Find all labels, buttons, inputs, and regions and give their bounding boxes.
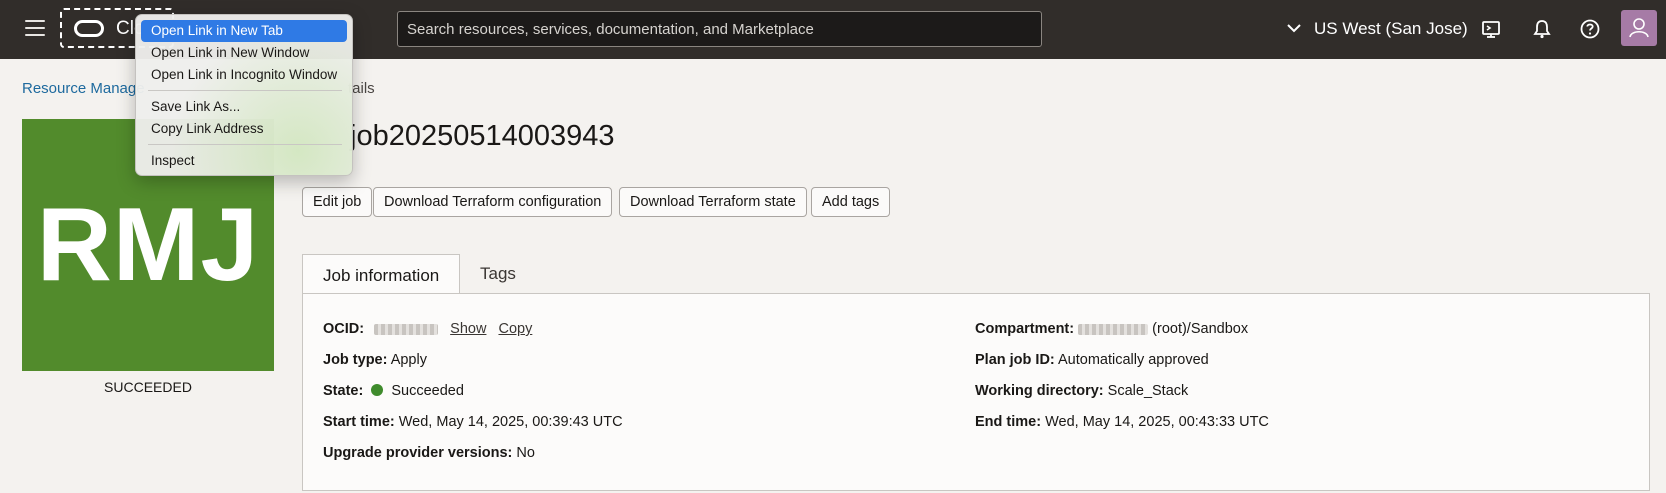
download-terraform-state-button[interactable]: Download Terraform state bbox=[619, 187, 807, 217]
context-menu: Open Link in New Tab Open Link in New Wi… bbox=[135, 14, 353, 176]
menu-separator bbox=[148, 90, 342, 91]
state-label: State: bbox=[323, 383, 364, 399]
tab-job-information[interactable]: Job information bbox=[302, 254, 460, 294]
upgrade-provider-value: No bbox=[516, 445, 535, 461]
menu-save-link-as[interactable]: Save Link As... bbox=[141, 96, 347, 118]
tab-tags[interactable]: Tags bbox=[480, 264, 516, 284]
user-icon bbox=[1629, 18, 1649, 38]
compartment-value: (root)/Sandbox bbox=[1152, 321, 1249, 337]
add-tags-button[interactable]: Add tags bbox=[811, 187, 891, 217]
working-directory-row: Working directory: Scale_Stack bbox=[975, 383, 1188, 399]
show-ocid-link[interactable]: Show bbox=[450, 321, 486, 337]
working-directory-label: Working directory: bbox=[975, 383, 1104, 399]
job-type-row: Job type: Apply bbox=[323, 352, 427, 368]
state-row: State: Succeeded bbox=[323, 383, 464, 399]
state-value: Succeeded bbox=[391, 383, 464, 399]
oracle-logo-icon bbox=[74, 20, 104, 37]
compartment-label: Compartment: bbox=[975, 321, 1075, 337]
working-directory-value: Scale_Stack bbox=[1107, 383, 1189, 399]
menu-inspect[interactable]: Inspect bbox=[141, 150, 347, 172]
start-time-label: Start time: bbox=[323, 414, 395, 430]
breadcrumb-resource-manager[interactable]: Resource Manage bbox=[22, 80, 145, 97]
end-time-row: End time: Wed, May 14, 2025, 00:43:33 UT… bbox=[975, 414, 1269, 430]
job-info-panel: OCID: Show Copy Job type: Apply State: S… bbox=[302, 293, 1650, 491]
status-dot-icon bbox=[371, 384, 384, 396]
start-time-row: Start time: Wed, May 14, 2025, 00:39:43 … bbox=[323, 414, 623, 430]
status-badge: SUCCEEDED bbox=[104, 379, 192, 395]
bell-icon[interactable] bbox=[1531, 18, 1553, 40]
upgrade-provider-label: Upgrade provider versions: bbox=[323, 445, 513, 461]
job-type-label: Job type: bbox=[323, 352, 388, 368]
download-terraform-config-button[interactable]: Download Terraform configuration bbox=[373, 187, 613, 217]
help-icon[interactable] bbox=[1579, 18, 1601, 40]
copy-ocid-link[interactable]: Copy bbox=[498, 321, 532, 337]
plan-job-label: Plan job ID: bbox=[975, 352, 1055, 368]
region-selector[interactable]: US West (San Jose) bbox=[1314, 19, 1468, 39]
cloud-shell-icon[interactable] bbox=[1480, 18, 1502, 40]
start-time-value: Wed, May 14, 2025, 00:39:43 UTC bbox=[398, 414, 623, 430]
avatar[interactable] bbox=[1621, 10, 1657, 46]
job-type-value: Apply bbox=[390, 352, 427, 368]
ocid-value-redacted bbox=[374, 323, 439, 335]
plan-job-row: Plan job ID: Automatically approved bbox=[975, 352, 1209, 368]
menu-icon[interactable] bbox=[25, 20, 45, 36]
menu-open-link-new-window[interactable]: Open Link in New Window bbox=[141, 42, 347, 64]
end-time-label: End time: bbox=[975, 414, 1042, 430]
page-title: job20250514003943 bbox=[350, 120, 615, 152]
compartment-value-redacted bbox=[1078, 323, 1149, 335]
menu-separator bbox=[148, 144, 342, 145]
plan-job-value: Automatically approved bbox=[1057, 352, 1209, 368]
ocid-label: OCID: bbox=[323, 321, 365, 337]
menu-open-link-new-tab[interactable]: Open Link in New Tab bbox=[141, 20, 347, 42]
upgrade-provider-row: Upgrade provider versions: No bbox=[323, 445, 535, 461]
menu-copy-link-address[interactable]: Copy Link Address bbox=[141, 118, 347, 140]
ocid-row: OCID: Show Copy bbox=[323, 321, 532, 337]
search-input[interactable]: Search resources, services, documentatio… bbox=[397, 11, 1042, 47]
compartment-row: Compartment: (root)/Sandbox bbox=[975, 321, 1248, 337]
edit-job-button[interactable]: Edit job bbox=[302, 187, 373, 217]
chevron-down-icon[interactable] bbox=[1287, 21, 1301, 35]
end-time-value: Wed, May 14, 2025, 00:43:33 UTC bbox=[1045, 414, 1269, 430]
menu-open-link-incognito[interactable]: Open Link in Incognito Window bbox=[141, 64, 347, 86]
